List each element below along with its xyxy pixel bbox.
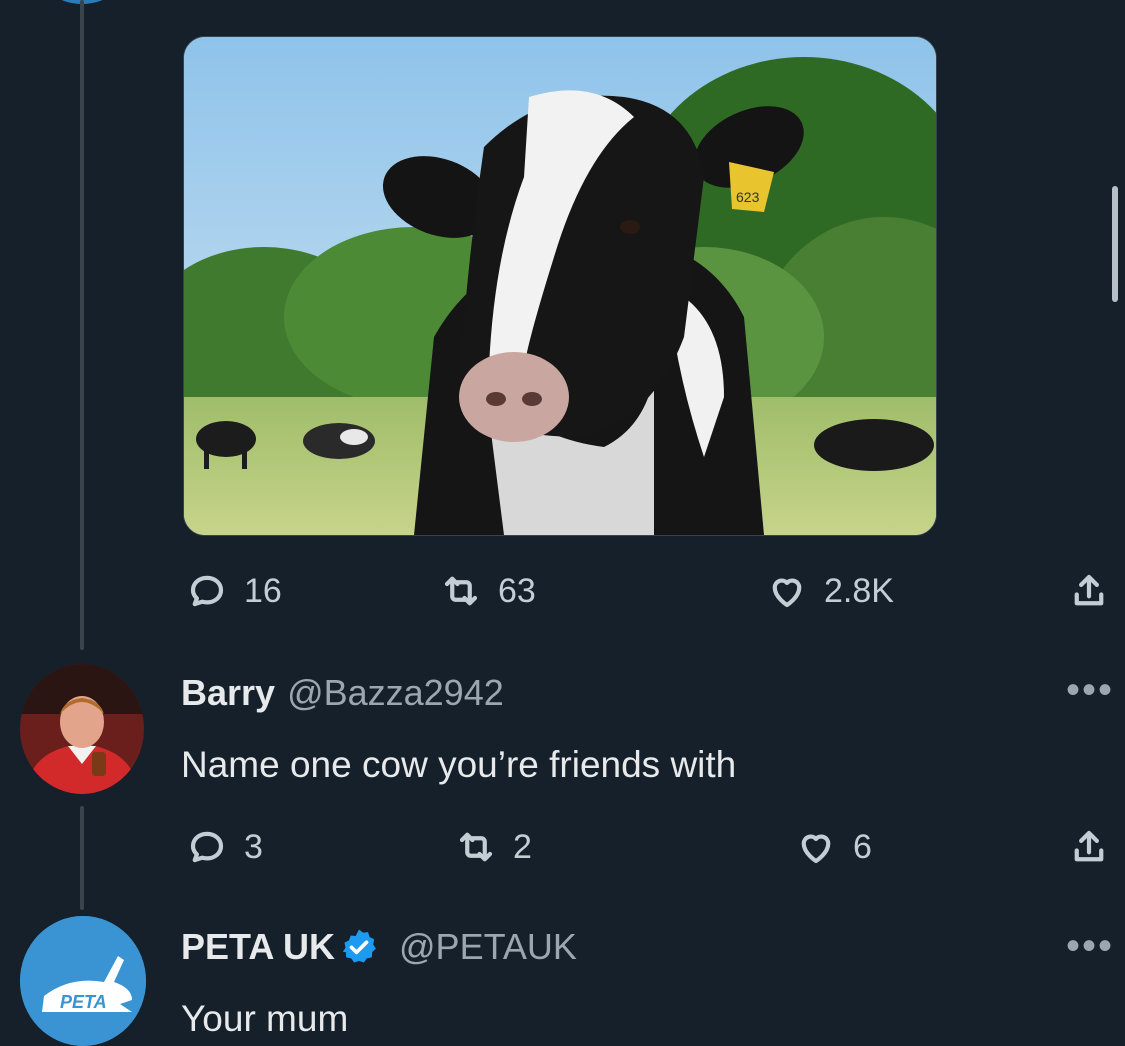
retweet-button[interactable]: 63 (440, 570, 536, 612)
reply-button[interactable]: 16 (186, 570, 282, 612)
display-name[interactable]: PETA UK (181, 926, 335, 968)
tweet-text: Name one cow you’re friends with (181, 744, 737, 785)
verified-badge-icon (342, 929, 376, 963)
reply-icon (190, 575, 224, 607)
heart-icon (801, 834, 831, 864)
retweet-icon (459, 832, 493, 862)
share-icon (1074, 830, 1104, 862)
reply-button[interactable]: 3 (186, 826, 263, 868)
share-button[interactable] (1068, 826, 1110, 868)
ear-tag-number: 623 (736, 189, 760, 205)
retweet-button[interactable]: 2 (455, 826, 532, 868)
tweet-actions: 3 2 6 (0, 826, 1125, 876)
share-icon (1074, 574, 1104, 606)
retweet-icon (444, 576, 478, 606)
like-count: 2.8K (824, 571, 894, 610)
user-handle[interactable]: @PETAUK (399, 926, 577, 968)
heart-icon (772, 578, 802, 608)
like-count: 6 (853, 827, 872, 866)
barry-name-line: Barry @Bazza2942 (181, 672, 504, 714)
display-name[interactable]: Barry (181, 672, 275, 714)
scrollbar[interactable] (1112, 186, 1118, 302)
reply-count: 16 (244, 571, 282, 610)
avatar-peta[interactable]: PETA (20, 916, 146, 1046)
reply-count: 3 (244, 827, 263, 866)
reply-icon (190, 831, 224, 863)
peta-name-line: PETA UK @PETAUK (181, 926, 577, 968)
share-button[interactable] (1068, 570, 1110, 612)
tweet-image-cow[interactable]: 623 (183, 36, 937, 536)
tweet-actions: 16 63 2.8K (0, 570, 1125, 620)
thread-line (80, 0, 84, 650)
like-button[interactable]: 6 (795, 826, 872, 868)
retweet-count: 2 (513, 827, 532, 866)
retweet-count: 63 (498, 571, 536, 610)
more-options-button[interactable]: ••• (1066, 926, 1114, 966)
tweet-text: Your mum (181, 998, 349, 1039)
avatar-barry[interactable] (20, 664, 144, 794)
like-button[interactable]: 2.8K (766, 570, 894, 612)
user-handle[interactable]: @Bazza2942 (287, 672, 504, 714)
more-options-button[interactable]: ••• (1066, 670, 1114, 710)
peta-logo-text: PETA (60, 992, 107, 1012)
